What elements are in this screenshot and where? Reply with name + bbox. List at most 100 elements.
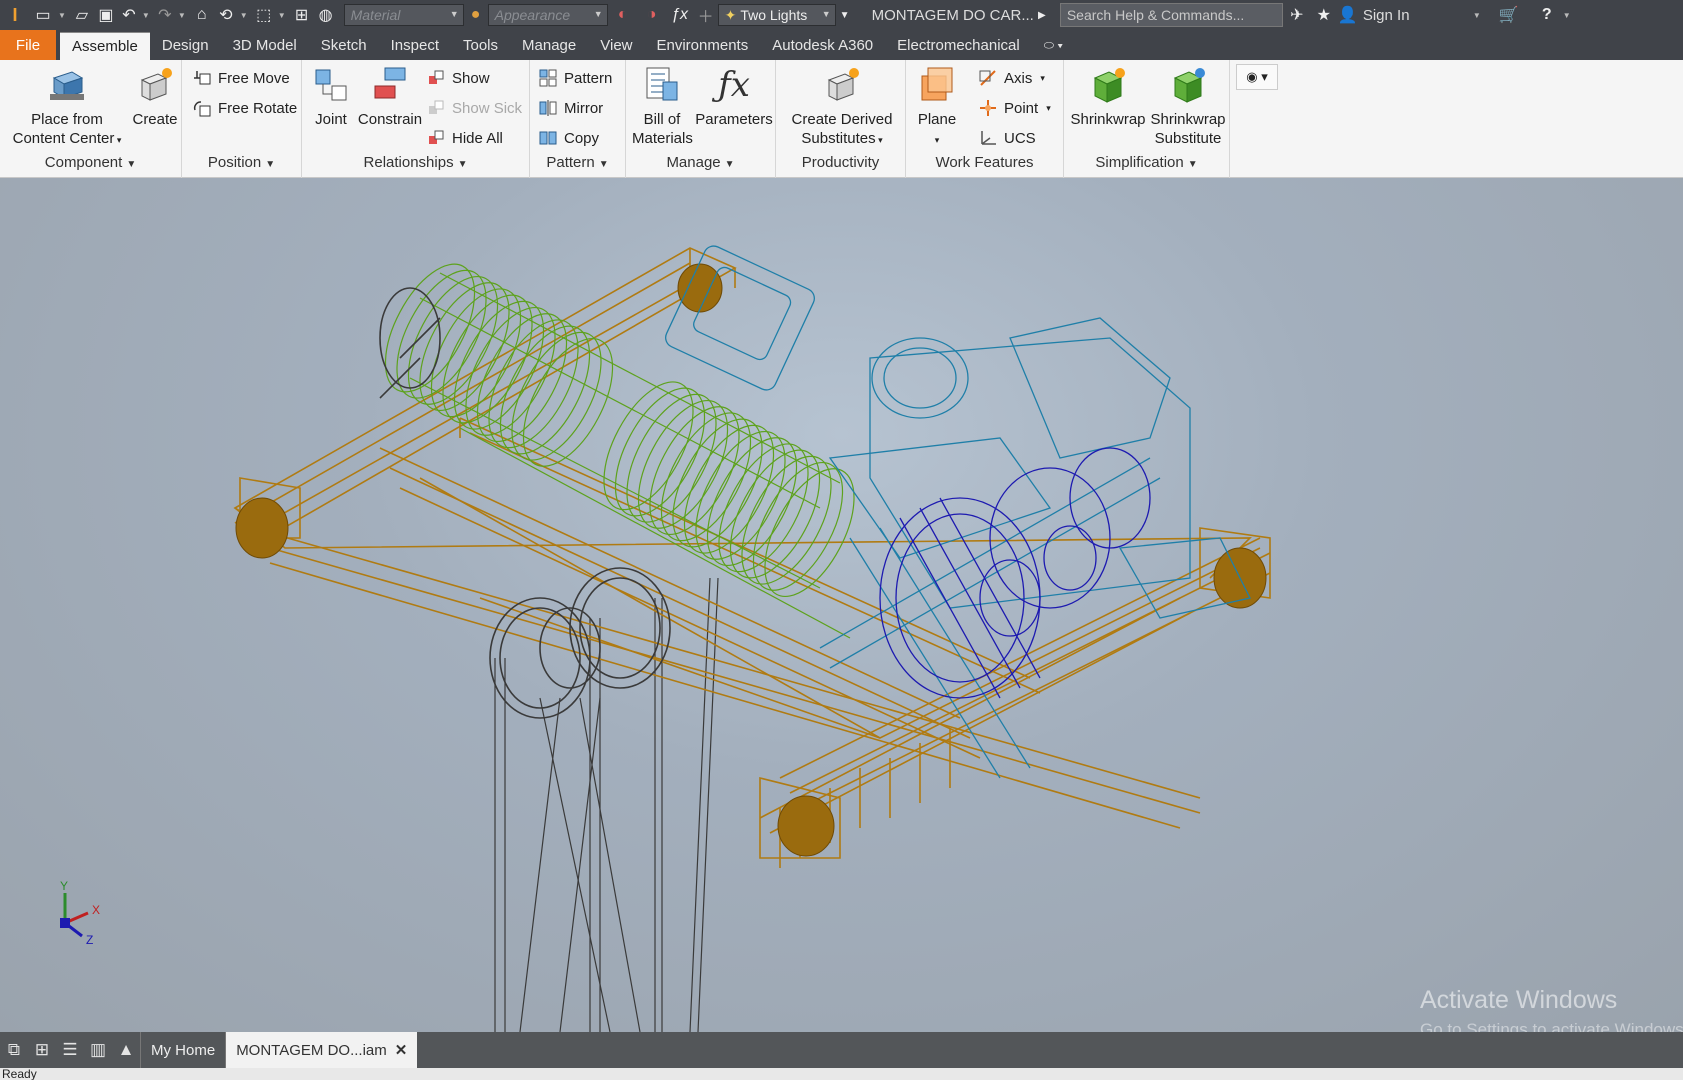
pattern-button[interactable]: Pattern	[538, 65, 612, 91]
undo-icon[interactable]: ↶	[118, 0, 140, 30]
joint-icon	[315, 69, 347, 101]
ribbon-overflow-button[interactable]: ◉ ▾	[1236, 64, 1278, 90]
activate-windows-subtitle: Go to Settings to activate Windows.	[1420, 1020, 1683, 1032]
panel-position-label[interactable]: Position ▼	[182, 154, 301, 176]
help-icon[interactable]: ?	[1533, 0, 1561, 30]
material-combo[interactable]: Material ▼	[343, 4, 464, 26]
inventor-logo-icon[interactable]: I	[0, 0, 30, 30]
tile-horizontal-icon[interactable]: ☰	[56, 1032, 84, 1068]
panel-manage-label[interactable]: Manage ▼	[626, 154, 775, 176]
joint-label: Joint	[315, 111, 347, 128]
copy-button[interactable]: Copy	[538, 125, 599, 151]
panel-pattern-label[interactable]: Pattern ▼	[530, 154, 625, 176]
select-icon[interactable]: ⬚	[252, 0, 276, 30]
drum-ring	[695, 430, 786, 560]
tab-active-document[interactable]: MONTAGEM DO...iam ✕	[225, 1032, 418, 1068]
shrinkwrap-substitute-button[interactable]: Shrinkwrap Substitute	[1148, 64, 1228, 148]
tab-autodesk-a360[interactable]: Autodesk A360	[760, 30, 885, 60]
parameters-button[interactable]: ƒx Parameters	[692, 64, 776, 129]
tab-inspect[interactable]: Inspect	[379, 30, 451, 60]
star-icon[interactable]: ★	[1311, 0, 1337, 30]
adjust-appearance-icon[interactable]: ◐	[608, 0, 638, 30]
ribbon-display-toggle-icon[interactable]: ⬭ ▾	[1032, 30, 1075, 60]
tab-assemble[interactable]: Assemble	[60, 32, 150, 60]
shrinkwrap-label: Shrinkwrap	[1070, 111, 1146, 128]
chevron-right-icon[interactable]: ▶	[1034, 0, 1050, 30]
appearance-placeholder: Appearance	[494, 7, 571, 23]
sign-in-link[interactable]: Sign In	[1363, 7, 1463, 24]
create-component-button[interactable]: Create	[128, 64, 182, 129]
tab-manage[interactable]: Manage	[510, 30, 588, 60]
lighting-combo[interactable]: ✦ Two Lights ▼	[717, 4, 836, 26]
chevron-down-icon[interactable]: ▼	[240, 11, 248, 20]
hide-all-button[interactable]: Hide All	[426, 125, 503, 151]
panel-work-features: Plane ▾ Axis ▾ Point ▾ UCS Work Features	[906, 60, 1064, 178]
panel-simplification: Shrinkwrap Shrinkwrap Substitute Simplif…	[1064, 60, 1230, 178]
cascade-windows-icon[interactable]: ⧉	[0, 1032, 28, 1068]
panel-relationships: Joint Constrain Show Show Sick Hide All …	[302, 60, 530, 178]
shrinkwrap-substitute-icon	[1173, 68, 1205, 103]
tab-3d-model[interactable]: 3D Model	[221, 30, 309, 60]
ucs-button[interactable]: UCS	[978, 125, 1036, 151]
free-rotate-button[interactable]: Free Rotate	[192, 95, 297, 121]
open-folder-icon[interactable]: ▱	[70, 0, 94, 30]
update-icon[interactable]: ⟲	[214, 0, 238, 30]
graphics-viewport[interactable]: Y X Z Activate Windows Go to Settings to…	[0, 178, 1683, 1032]
customize-qat-icon[interactable]: ▼	[836, 0, 854, 30]
panel-simplification-label[interactable]: Simplification ▼	[1064, 154, 1229, 176]
point-button[interactable]: Point ▾	[978, 95, 1051, 121]
binoculars-icon[interactable]: ✈	[1283, 0, 1311, 30]
show-sick-button[interactable]: Show Sick	[426, 95, 522, 121]
redo-icon[interactable]: ↷	[154, 0, 176, 30]
clear-appearance-icon[interactable]: ◑	[638, 0, 666, 30]
place-from-content-center-button[interactable]: Place from Content Center ▾	[8, 64, 126, 150]
arrange-up-icon[interactable]: ▲	[112, 1032, 140, 1068]
panel-component-label[interactable]: Component ▼	[0, 154, 181, 176]
chevron-down-icon: ▼	[593, 9, 603, 19]
create-derived-substitutes-button[interactable]: Create Derived Substitutes ▾	[782, 64, 902, 150]
constrain-button[interactable]: Constrain	[354, 64, 426, 129]
user-icon[interactable]: 👤	[1337, 0, 1359, 30]
tab-my-home[interactable]: My Home	[140, 1032, 225, 1068]
tab-electromechanical[interactable]: Electromechanical	[885, 30, 1032, 60]
chevron-down-icon[interactable]: ▼	[142, 11, 150, 20]
bill-of-materials-button[interactable]: Bill of Materials	[632, 64, 693, 148]
new-file-icon[interactable]: ▭	[30, 0, 56, 30]
cart-icon[interactable]: 🛒	[1493, 0, 1525, 30]
plus-icon[interactable]: ＋	[694, 0, 718, 30]
measure-icon[interactable]: ⊞	[290, 0, 314, 30]
chevron-down-icon[interactable]: ▼	[1473, 11, 1481, 20]
panel-work-features-label: Work Features	[906, 154, 1063, 176]
mirror-button[interactable]: Mirror	[538, 95, 603, 121]
globe-icon[interactable]: ◍	[314, 0, 338, 30]
search-input[interactable]: Search Help & Commands...	[1059, 3, 1283, 27]
crane-trolley-model[interactable]	[0, 178, 1683, 1032]
tab-file[interactable]: File	[0, 30, 56, 60]
show-button[interactable]: Show	[426, 65, 490, 91]
close-icon[interactable]: ✕	[395, 1041, 408, 1059]
home-icon[interactable]: ⌂	[190, 0, 214, 30]
chevron-down-icon[interactable]: ▼	[178, 11, 186, 20]
view-cube-triad[interactable]: Y X Z	[50, 878, 120, 948]
chevron-down-icon[interactable]: ▼	[1563, 11, 1571, 20]
fx-icon[interactable]: ƒx	[666, 0, 694, 30]
panel-relationships-label[interactable]: Relationships ▼	[302, 154, 529, 176]
tab-design[interactable]: Design	[150, 30, 221, 60]
tile-windows-icon[interactable]: ⊞	[28, 1032, 56, 1068]
save-icon[interactable]: ▣	[94, 0, 118, 30]
tab-tools[interactable]: Tools	[451, 30, 510, 60]
tile-vertical-icon[interactable]: ▥	[84, 1032, 112, 1068]
axis-button[interactable]: Axis ▾	[978, 65, 1045, 91]
tab-environments[interactable]: Environments	[645, 30, 761, 60]
appearance-combo[interactable]: Appearance ▼	[487, 4, 608, 26]
joint-button[interactable]: Joint	[306, 64, 356, 129]
tab-sketch[interactable]: Sketch	[309, 30, 379, 60]
free-move-button[interactable]: Free Move	[192, 65, 290, 91]
tab-view[interactable]: View	[588, 30, 644, 60]
chevron-down-icon[interactable]: ▼	[278, 11, 286, 20]
mirror-label: Mirror	[564, 99, 604, 117]
plane-button[interactable]: Plane ▾	[912, 64, 962, 150]
chevron-down-icon[interactable]: ▼	[58, 11, 66, 20]
shrinkwrap-button[interactable]: Shrinkwrap	[1068, 64, 1148, 129]
appearance-sphere-icon[interactable]: ●	[464, 0, 488, 30]
